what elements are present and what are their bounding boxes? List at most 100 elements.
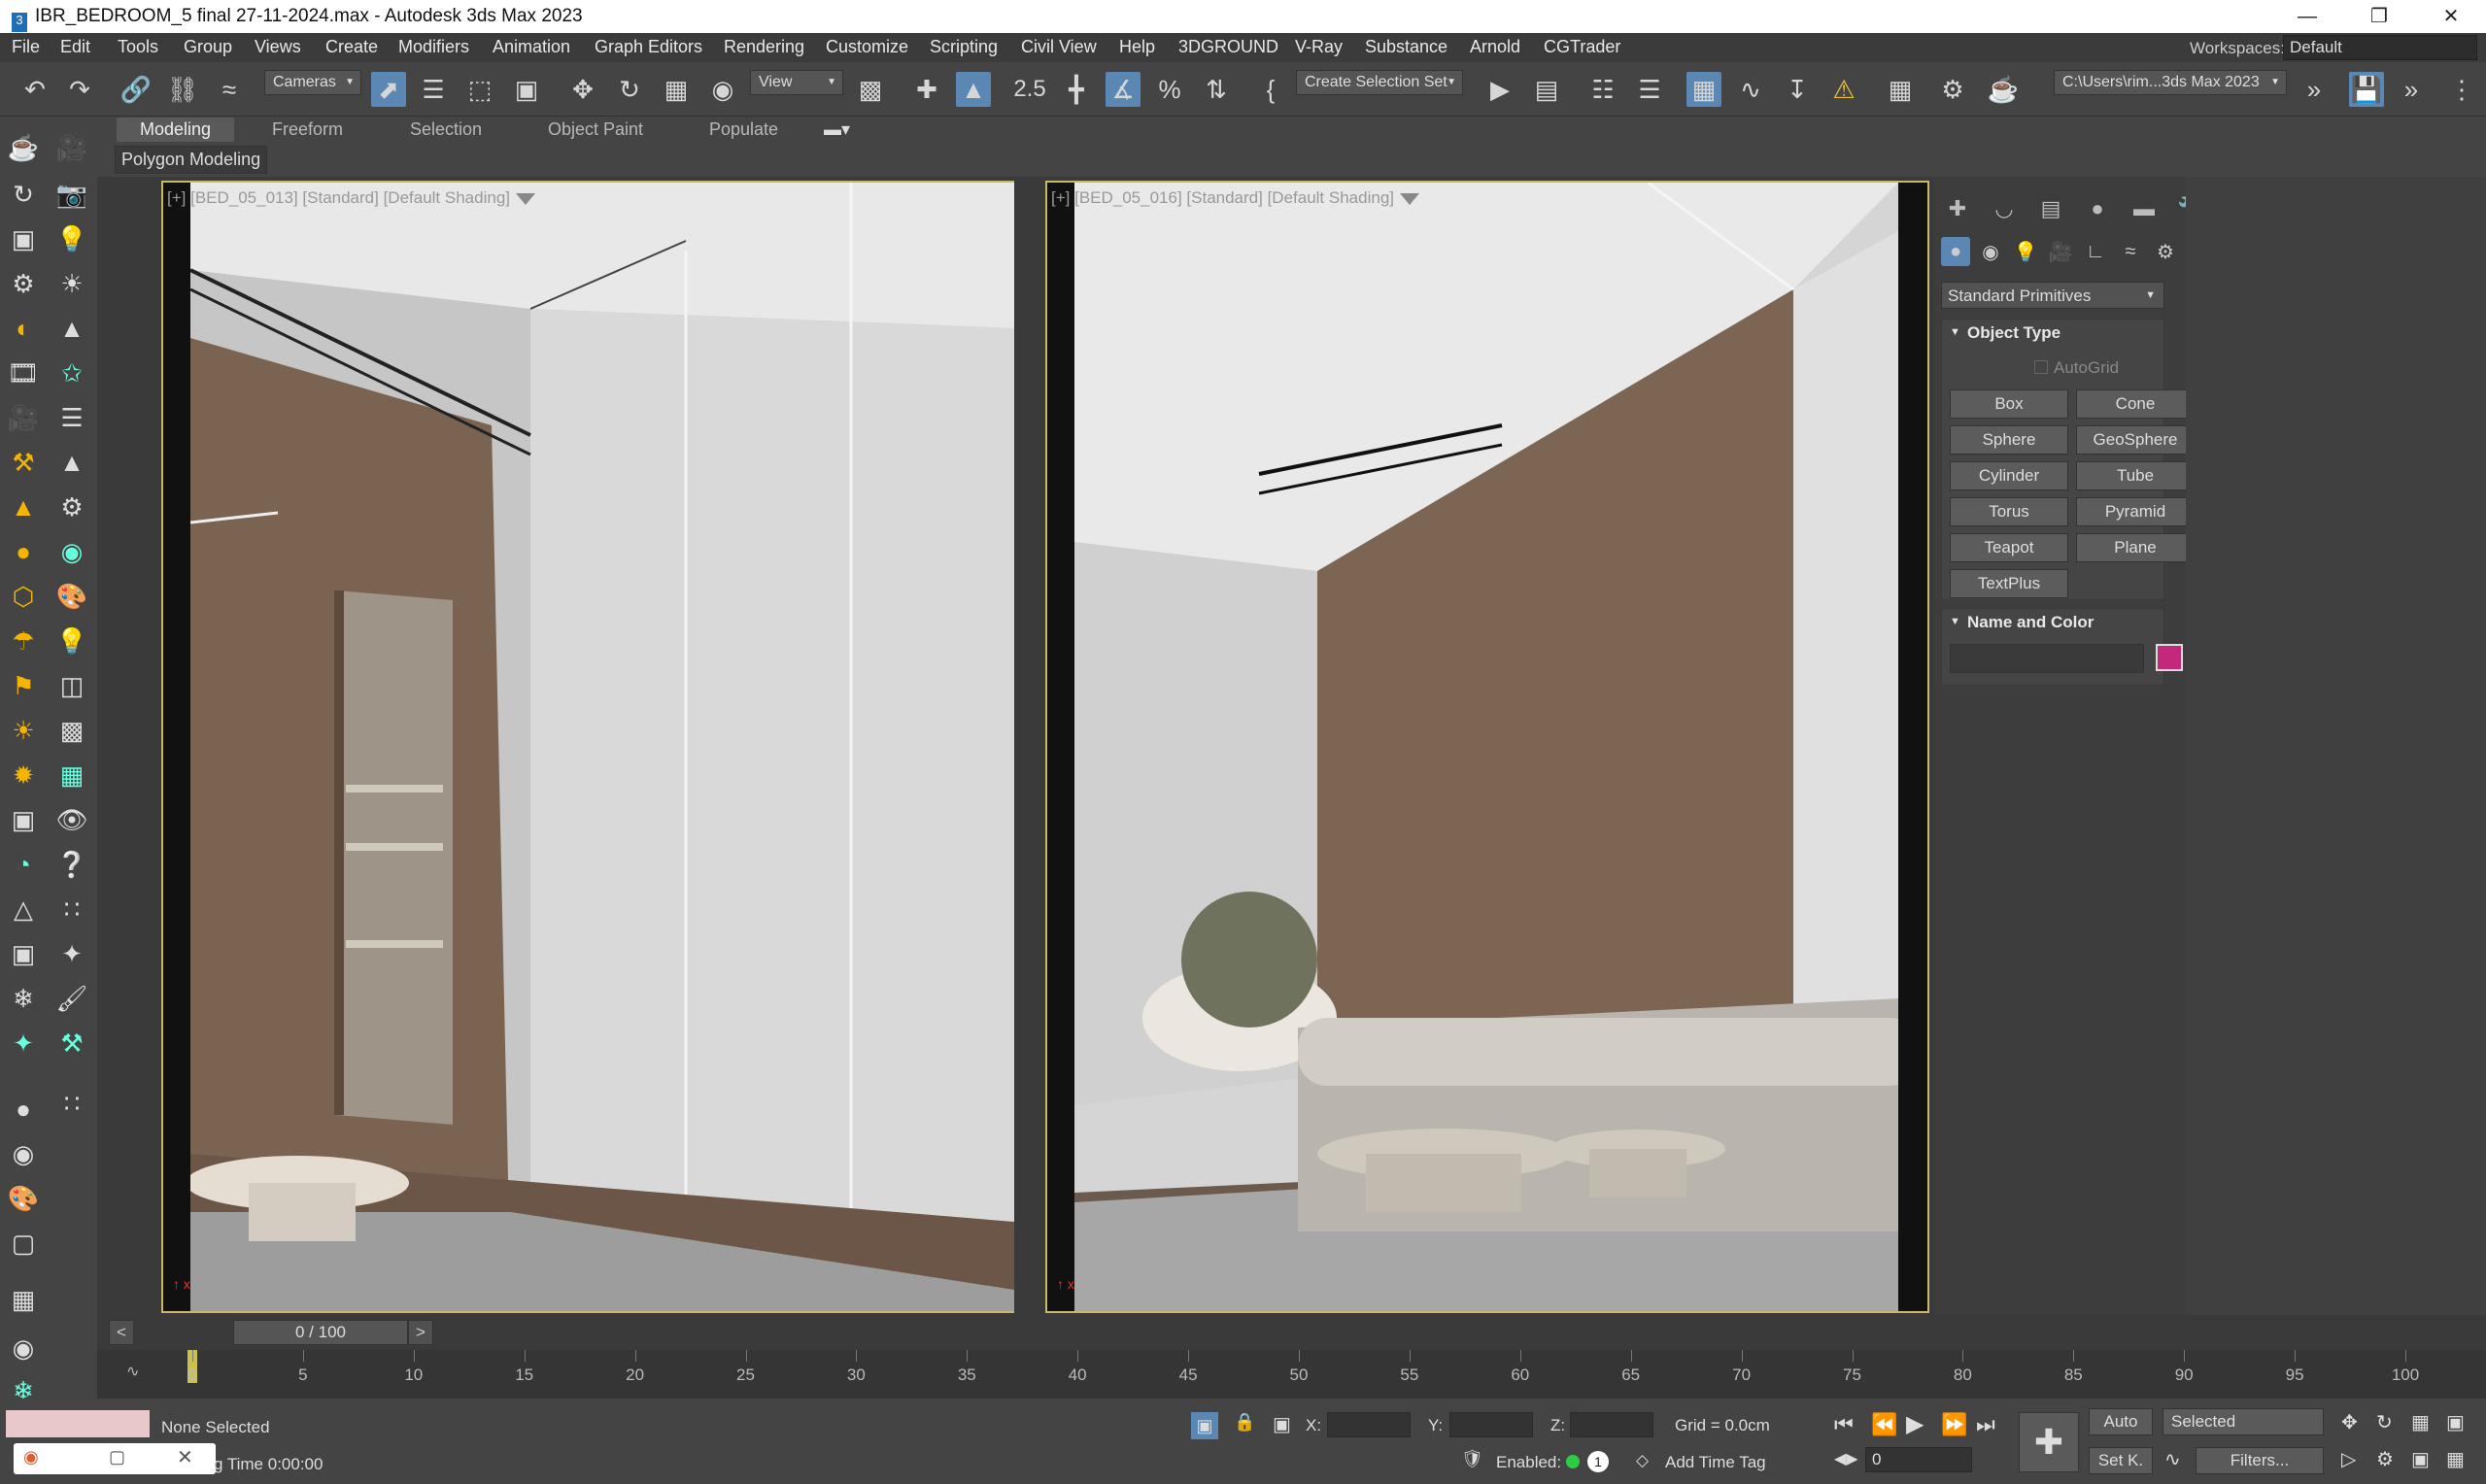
tab-modeling[interactable]: Modeling (117, 118, 235, 142)
pan-view-icon[interactable]: ✥ (2341, 1410, 2358, 1434)
named-selection-sets-dropdown[interactable]: Create Selection Set (1296, 70, 1463, 95)
wrench-tool-icon[interactable]: ⚒ (54, 1026, 89, 1061)
autogrid-checkbox[interactable]: AutoGrid (2034, 358, 2119, 378)
lamp-icon[interactable]: 💡 (54, 624, 89, 658)
z-coordinate-input[interactable] (1570, 1412, 1653, 1437)
fire-tool-icon[interactable]: ✦ (6, 1026, 41, 1061)
tag-tool-icon[interactable]: ▢ (6, 1226, 41, 1261)
keyboard-shortcut-override-icon[interactable]: ▲ (956, 72, 991, 107)
time-slider-thumb[interactable]: 0 / 100 (233, 1320, 408, 1345)
move-icon[interactable]: ✥ (565, 72, 600, 107)
menu-group[interactable]: Group (184, 37, 232, 57)
toggle-layer-explorer-icon[interactable]: ☰ (1632, 72, 1667, 107)
light-bulb-icon[interactable]: 💡 (54, 221, 89, 256)
maximize-toggle-icon[interactable]: ▦ (2446, 1447, 2465, 1471)
film-tool-icon[interactable]: 🎞 (6, 355, 41, 390)
mirror-icon[interactable]: ▶ (1482, 72, 1517, 107)
enabled-indicator[interactable] (1566, 1455, 1580, 1468)
window-crossing-icon[interactable]: ▣ (509, 72, 544, 107)
plane-button[interactable]: Plane (2076, 533, 2195, 562)
pivot-center-icon[interactable]: ▩ (853, 72, 888, 107)
menu-graph-editors[interactable]: Graph Editors (595, 37, 702, 57)
material-icon[interactable]: ◉ (54, 534, 89, 569)
reference-coordinate-dropdown[interactable]: View (750, 70, 843, 95)
triangle-tool-icon[interactable]: △ (6, 892, 41, 927)
record-icon[interactable]: ◉ (23, 1447, 39, 1467)
link-icon[interactable]: 🔗 (119, 72, 153, 107)
geometry-icon[interactable]: ● (1941, 237, 1970, 266)
curve-mini-icon[interactable]: ∿ (126, 1362, 139, 1381)
maxscript-listener-field[interactable] (6, 1410, 150, 1437)
scale-icon[interactable]: ▦ (659, 72, 694, 107)
space-warps-icon[interactable]: ≈ (2116, 237, 2145, 266)
render-setup-icon[interactable]: ▦ (1883, 72, 1918, 107)
bell-icon[interactable]: ⚑ (6, 668, 41, 703)
menu-create[interactable]: Create (325, 37, 378, 57)
spinner-snap-icon[interactable]: ⇅ (1199, 72, 1234, 107)
object-color-swatch[interactable] (2156, 644, 2183, 671)
menu-help[interactable]: Help (1119, 37, 1155, 57)
helpers-icon[interactable]: ∟ (2081, 237, 2110, 266)
go-to-end-icon[interactable]: ⏭ (1976, 1412, 1995, 1437)
menu-3dground[interactable]: 3DGROUND (1178, 37, 1278, 57)
menu-scripting[interactable]: Scripting (930, 37, 998, 57)
tab-populate[interactable]: Populate (709, 119, 778, 140)
teapot-icon[interactable]: ☕ (6, 130, 41, 165)
cone-button[interactable]: Cone (2076, 389, 2195, 419)
snap-toggle-icon[interactable]: 2.5 (1012, 72, 1047, 107)
zoom-extents-icon[interactable]: ▣ (2446, 1410, 2465, 1434)
brush-tool-icon[interactable]: 🖌 (54, 981, 89, 1016)
warning-icon[interactable]: ⚠ (1826, 72, 1861, 107)
torus-button[interactable]: Torus (1950, 497, 2068, 526)
key-tangent-icon[interactable]: ∿ (2164, 1447, 2181, 1471)
menu-civil-view[interactable]: Civil View (1021, 37, 1097, 57)
snap-options-icon[interactable]: ╋ (1059, 72, 1094, 107)
previous-frame-icon[interactable]: ⏪ (1871, 1412, 1897, 1437)
viewport-filter-icon[interactable] (516, 193, 535, 205)
undo-icon[interactable]: ↶ (17, 72, 52, 107)
rocket-icon[interactable]: ▲ (54, 445, 89, 480)
sphere-tool-icon[interactable]: ● (6, 534, 41, 569)
field-of-view-icon[interactable]: ▷ (2341, 1447, 2356, 1471)
ribbon-options-icon[interactable]: ▬▾ (824, 119, 850, 140)
select-manipulate-icon[interactable]: ✚ (909, 72, 944, 107)
sun-light-icon[interactable]: ☀ (6, 713, 41, 748)
spline-tool-icon[interactable]: ✩ (54, 355, 89, 390)
palette-2-icon[interactable]: 🎨 (6, 1181, 41, 1216)
close-button[interactable]: ✕ (2417, 0, 2485, 33)
menu-views[interactable]: Views (255, 37, 301, 57)
box-button[interactable]: Box (1950, 389, 2068, 419)
name-and-color-header[interactable]: Name and Color (1942, 609, 2163, 636)
set-key-button[interactable]: Set K. (2089, 1447, 2153, 1474)
menu-edit[interactable]: Edit (60, 37, 90, 57)
video-tool-icon[interactable]: 🎥 (6, 400, 41, 435)
workspaces-dropdown[interactable]: Default (2283, 35, 2477, 60)
key-filters-button[interactable]: Filters... (2196, 1447, 2324, 1474)
render-production-icon[interactable]: ☕ (1986, 72, 2021, 107)
render-panel-icon[interactable]: ▩ (54, 713, 89, 748)
toolbar-grip-icon[interactable]: ⋮ (2444, 72, 2479, 107)
tree-tool-icon[interactable]: ▲ (54, 311, 89, 346)
menu-modifiers[interactable]: Modifiers (398, 37, 469, 57)
walk-through-icon[interactable]: ⚙ (2376, 1447, 2394, 1471)
save-icon[interactable]: 💾 (2349, 72, 2384, 107)
minimize-button[interactable]: — (2273, 0, 2341, 33)
cog-icon[interactable]: ⚙ (54, 489, 89, 524)
hierarchy-tab-icon[interactable]: ▤ (2034, 192, 2067, 225)
camera-2-icon[interactable]: 📷 (54, 177, 89, 212)
menu-arnold[interactable]: Arnold (1470, 37, 1520, 57)
bind-space-warp-icon[interactable]: ≈ (212, 72, 247, 107)
y-coordinate-input[interactable] (1449, 1412, 1533, 1437)
tab-selection[interactable]: Selection (410, 119, 482, 140)
menu-substance[interactable]: Substance (1365, 37, 1447, 57)
viewport-right-label[interactable]: [+] [BED_05_016] [Standard] [Default Sha… (1051, 188, 1419, 208)
viewport-right[interactable]: [+] [BED_05_016] [Standard] [Default Sha… (1045, 181, 1929, 1313)
menu-vray[interactable]: V-Ray (1295, 37, 1343, 57)
restore-button[interactable]: ❐ (2345, 0, 2413, 33)
close-preview-icon[interactable]: ✕ (177, 1445, 193, 1469)
scatter-tool-icon[interactable]: ✦ (54, 936, 89, 971)
key-filter-dropdown[interactable]: Selected (2162, 1408, 2324, 1435)
x-coordinate-input[interactable] (1327, 1412, 1411, 1437)
geosphere-button[interactable]: GeoSphere (2076, 425, 2195, 455)
geosphere-tool-icon[interactable]: ⬡ (6, 579, 41, 614)
